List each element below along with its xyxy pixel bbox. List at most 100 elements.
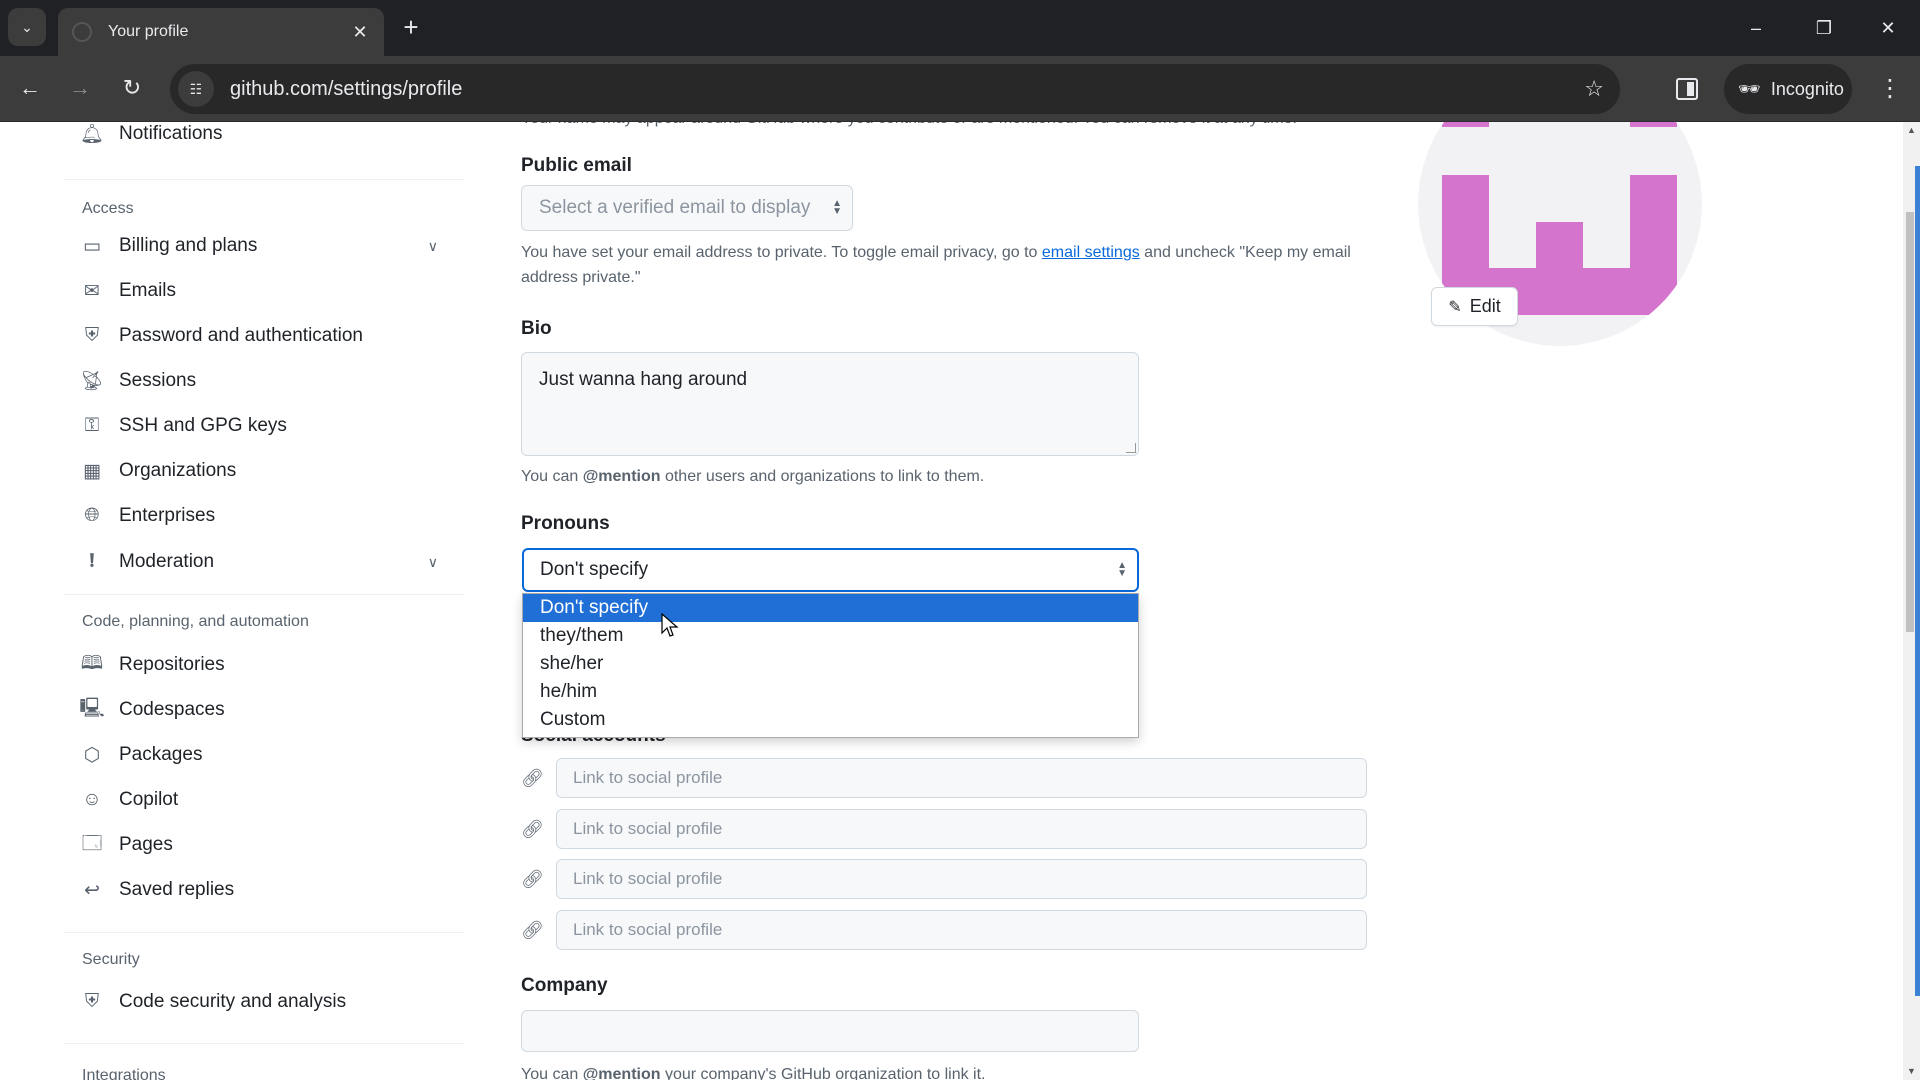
- scroll-down-arrow-icon[interactable]: ▼: [1903, 1063, 1920, 1080]
- sidebar-item-billing[interactable]: ▭ Billing and plans ∨: [80, 226, 450, 266]
- restore-button[interactable]: ❐: [1792, 0, 1856, 56]
- mention-text: @mention: [582, 468, 661, 485]
- page-scrollbar[interactable]: ▲ ▼: [1903, 122, 1920, 1080]
- avatar-pixel: [1630, 122, 1677, 127]
- select-arrows-icon: ▲ ▼: [1117, 560, 1127, 579]
- pronouns-label: Pronouns: [521, 513, 610, 534]
- incognito-icon: 🕶: [1738, 78, 1761, 99]
- tune-icon[interactable]: ☷: [178, 71, 214, 107]
- codespaces-icon: 🖳︎: [79, 698, 105, 719]
- bio-label: Bio: [521, 318, 552, 339]
- address-bar[interactable]: ☷ github.com/settings/profile ☆: [170, 64, 1620, 114]
- scroll-up-arrow-icon[interactable]: ▲: [1903, 122, 1920, 139]
- link-icon: 🔗︎: [521, 919, 544, 940]
- social-profile-input[interactable]: Link to social profile: [556, 859, 1367, 899]
- scroll-indicator: [1915, 166, 1920, 996]
- sidebar-item-copilot[interactable]: ☺ Copilot: [80, 780, 450, 820]
- close-icon[interactable]: ✕: [350, 22, 370, 43]
- sidebar-item-moderation[interactable]: ❗︎ Moderation ∨: [80, 542, 450, 582]
- pronouns-option[interactable]: they/them: [523, 622, 1138, 650]
- chevron-down-icon[interactable]: ∨: [428, 554, 438, 571]
- sidebar-item-label: SSH and GPG keys: [119, 415, 287, 436]
- github-favicon-icon: [72, 22, 92, 42]
- link-icon: 🔗︎: [521, 868, 544, 889]
- sidebar-heading-access: Access: [82, 200, 134, 217]
- social-profile-input[interactable]: Link to social profile: [556, 910, 1367, 950]
- sidebar-item-codespaces[interactable]: 🖳︎ Codespaces: [79, 690, 450, 730]
- link-icon: 🔗︎: [521, 767, 544, 788]
- minimize-icon: –: [1750, 17, 1761, 38]
- sidebar-item-sessions[interactable]: 📡︎ Sessions: [80, 361, 450, 401]
- bio-textarea[interactable]: Just wanna hang around: [521, 352, 1139, 456]
- sidebar-item-ssh-gpg-keys[interactable]: ⚿ SSH and GPG keys: [80, 406, 450, 446]
- email-settings-link[interactable]: email settings: [1042, 244, 1140, 261]
- pronouns-option[interactable]: Don't specify: [523, 594, 1138, 622]
- side-panel-icon[interactable]: [1676, 78, 1698, 100]
- social-profile-input[interactable]: Link to social profile: [556, 758, 1367, 798]
- mention-text: @mention: [582, 1066, 661, 1080]
- back-button[interactable]: ←: [10, 68, 50, 108]
- arrow-left-icon: ←: [19, 75, 41, 100]
- broadcast-icon: 📡︎: [79, 371, 105, 392]
- sidebar-item-saved-replies[interactable]: ↩ Saved replies: [80, 870, 450, 910]
- edit-avatar-button[interactable]: ✎ Edit: [1431, 287, 1518, 326]
- sidebar-item-label: Repositories: [119, 654, 225, 675]
- close-window-button[interactable]: ✕: [1856, 0, 1920, 56]
- link-icon: 🔗︎: [521, 818, 544, 839]
- bio-hint: You can @mention other users and organiz…: [521, 464, 984, 489]
- scrollbar-thumb[interactable]: [1906, 212, 1914, 632]
- resize-handle-icon[interactable]: [1126, 443, 1136, 453]
- incognito-label: Incognito: [1770, 78, 1844, 99]
- placeholder-text: Link to social profile: [573, 819, 723, 838]
- sidebar-item-pages[interactable]: 🗔︎ Pages: [80, 825, 450, 865]
- shield-lock-icon: ⛨: [84, 325, 100, 346]
- sidebar-item-emails[interactable]: ✉ Emails: [80, 271, 450, 311]
- browser-tab[interactable]: Your profile ✕: [58, 8, 384, 56]
- incognito-indicator[interactable]: 🕶 Incognito: [1724, 64, 1852, 114]
- repo-icon: 🕮︎: [80, 653, 104, 674]
- star-icon[interactable]: ☆: [1584, 76, 1604, 102]
- name-hint: Your name may appear around GitHub where…: [521, 122, 1341, 131]
- sidebar-item-label: Emails: [119, 280, 177, 301]
- sidebar-item-label: Saved replies: [119, 879, 235, 900]
- new-tab-button[interactable]: +: [396, 14, 426, 40]
- sidebar-item-code-security[interactable]: ⛨ Code security and analysis: [80, 982, 450, 1022]
- sidebar-item-label: Moderation: [119, 551, 215, 572]
- sidebar-divider: [63, 179, 465, 180]
- minimize-button[interactable]: –: [1724, 0, 1788, 56]
- forward-button[interactable]: →: [60, 68, 100, 108]
- plus-icon: +: [403, 12, 419, 42]
- pronouns-select[interactable]: Don't specify ▲ ▼: [522, 548, 1139, 592]
- globe-icon: 🌐︎: [84, 505, 100, 526]
- url-text[interactable]: github.com/settings/profile: [230, 78, 1584, 101]
- pronouns-option[interactable]: she/her: [523, 650, 1138, 678]
- page-content: 🔔︎ Notifications Access ▭ Billing and pl…: [0, 122, 1903, 1080]
- sidebar-item-label: Sessions: [119, 370, 197, 391]
- shield-lock-icon: ⛨: [84, 991, 100, 1012]
- sidebar-item-notifications[interactable]: 🔔︎ Notifications: [80, 122, 450, 154]
- kebab-menu-icon[interactable]: ⋮: [1878, 72, 1902, 106]
- sidebar-divider: [63, 594, 465, 595]
- sidebar-item-repositories[interactable]: 🕮︎ Repositories: [80, 645, 450, 685]
- social-profile-input[interactable]: Link to social profile: [556, 809, 1367, 849]
- pronouns-option[interactable]: Custom: [523, 706, 1138, 734]
- edit-label: Edit: [1469, 296, 1501, 316]
- chevron-down-icon[interactable]: ∨: [428, 238, 438, 255]
- bio-value: Just wanna hang around: [539, 369, 748, 390]
- pronouns-option[interactable]: he/him: [523, 678, 1138, 706]
- public-email-select[interactable]: Select a verified email to display ▲ ▼: [521, 185, 853, 231]
- browser-toolbar: ← → ↻ ☷ github.com/settings/profile ☆ 🕶 …: [0, 56, 1920, 122]
- reload-button[interactable]: ↻: [112, 68, 152, 108]
- sidebar-divider: [63, 1043, 465, 1044]
- tab-search-button[interactable]: ⌄: [8, 8, 46, 46]
- sidebar-heading-code: Code, planning, and automation: [82, 613, 309, 630]
- pronouns-dropdown: Don't specify they/them she/her he/him C…: [522, 593, 1139, 738]
- mail-icon: ✉: [84, 280, 100, 302]
- sidebar-item-enterprises[interactable]: 🌐︎ Enterprises: [80, 496, 450, 536]
- sidebar-item-password[interactable]: ⛨ Password and authentication: [80, 316, 450, 356]
- company-input[interactable]: [521, 1010, 1139, 1052]
- sidebar-item-organizations[interactable]: ▦ Organizations: [80, 451, 450, 491]
- hint-text: You can: [521, 468, 583, 485]
- sidebar-item-packages[interactable]: ⬡ Packages: [80, 735, 450, 775]
- avatar-pixel: [1442, 122, 1489, 127]
